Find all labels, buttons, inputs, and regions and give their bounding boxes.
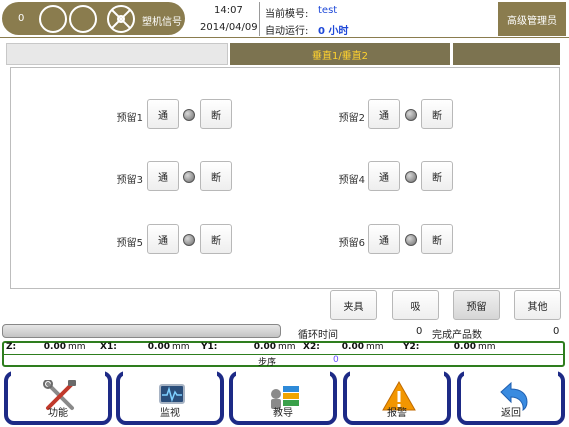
reserve-4-on-button[interactable]: 通	[368, 161, 400, 191]
reserve-1-off-button[interactable]: 断	[200, 99, 232, 129]
tab-vertical[interactable]: 垂直1/垂直2	[230, 43, 450, 65]
auto-run-value: 0 小时	[318, 26, 349, 37]
axis-panel-divider	[4, 354, 563, 355]
cycle-time-label: 循环时间	[298, 330, 338, 341]
header-underline	[0, 37, 569, 38]
mold-number-label: 当前模号:	[265, 9, 309, 20]
clock-time: 14:07	[214, 5, 243, 16]
reserve-6-indicator	[405, 234, 417, 246]
nav-teach-label: 教导	[273, 408, 293, 419]
reserve-1-indicator	[183, 109, 195, 121]
nav-alarm-top-gap	[350, 371, 444, 380]
axis-y1-label: Y1:	[201, 342, 218, 352]
nav-monitor-label: 监视	[160, 408, 180, 419]
reserve-4-off-button[interactable]: 断	[421, 161, 453, 191]
mold-number-value: test	[318, 5, 338, 16]
reserve-2-indicator	[405, 109, 417, 121]
axis-x2-unit: mm	[366, 342, 384, 352]
reserve-3-label: 预留3	[116, 175, 143, 186]
nav-back-label: 返回	[501, 408, 521, 419]
indicator-light-1	[39, 5, 67, 33]
reserve-4-label: 预留4	[338, 175, 365, 186]
page-button-other[interactable]: 其他	[514, 290, 561, 320]
reserve-2-on-button[interactable]: 通	[368, 99, 400, 129]
indicator-light-2	[69, 5, 97, 33]
reserve-3-indicator	[183, 171, 195, 183]
axis-z-label: Z:	[6, 342, 17, 352]
header-bar: 0 塑机信号 14:07 2014/04/09 当前模号: test 自动运行:…	[0, 0, 569, 38]
axis-y2-value: 0.00	[453, 342, 476, 352]
reserve-5-label: 预留5	[116, 238, 143, 249]
reserve-2-off-button[interactable]: 断	[421, 99, 453, 129]
machine-signal-label: 塑机信号	[142, 17, 182, 28]
axis-x1-value: 0.00	[147, 342, 170, 352]
axis-x2-label: X2:	[303, 342, 320, 352]
finished-count-label: 完成产品数	[432, 330, 482, 341]
reserve-5-indicator	[183, 234, 195, 246]
axis-x1-label: X1:	[100, 342, 117, 352]
clock-date: 2014/04/09	[200, 22, 258, 33]
axis-z-value: 0.00	[43, 342, 66, 352]
cycle-progress-bar	[2, 324, 281, 338]
reserve-1-label: 预留1	[116, 113, 143, 124]
axis-x2-value: 0.00	[341, 342, 364, 352]
step-label: 步序	[258, 358, 277, 368]
step-value: 0	[333, 355, 339, 365]
axis-y1-unit: mm	[278, 342, 296, 352]
axis-x1-unit: mm	[172, 342, 190, 352]
nav-alarm-label: 报警	[387, 408, 407, 419]
page-button-reserve[interactable]: 预留	[453, 290, 500, 320]
axis-z-unit: mm	[68, 342, 86, 352]
reserve-6-label: 预留6	[338, 238, 365, 249]
admin-button[interactable]: 高级管理员	[498, 2, 566, 36]
reserve-6-on-button[interactable]: 通	[368, 224, 400, 254]
status-indicator-strip: 0 塑机信号	[2, 2, 185, 35]
axis-y2-label: Y2:	[403, 342, 420, 352]
reserve-5-on-button[interactable]: 通	[147, 224, 179, 254]
reserve-3-on-button[interactable]: 通	[147, 161, 179, 191]
fan-icon	[107, 5, 135, 33]
nav-function-label: 功能	[48, 408, 68, 419]
nav-teach-top-gap	[236, 371, 330, 380]
nav-back-top-gap	[464, 371, 558, 380]
reserve-6-off-button[interactable]: 断	[421, 224, 453, 254]
reserve-5-off-button[interactable]: 断	[200, 224, 232, 254]
axis-y1-value: 0.00	[253, 342, 276, 352]
reserve-2-label: 预留2	[338, 113, 365, 124]
header-divider	[259, 2, 260, 36]
nav-function-top-gap	[11, 371, 105, 380]
reserve-1-on-button[interactable]: 通	[147, 99, 179, 129]
auto-run-label: 自动运行:	[265, 26, 309, 37]
finished-count-value: 0	[553, 326, 560, 337]
reserve-io-panel	[10, 67, 560, 289]
tab-blank-left[interactable]	[6, 43, 228, 65]
tab-blank-right[interactable]	[453, 43, 560, 65]
page-button-suction[interactable]: 吸	[392, 290, 439, 320]
count-display: 0	[18, 13, 25, 24]
cycle-time-value: 0	[416, 326, 423, 337]
reserve-3-off-button[interactable]: 断	[200, 161, 232, 191]
page-button-fixture[interactable]: 夹具	[330, 290, 377, 320]
reserve-4-indicator	[405, 171, 417, 183]
nav-monitor-top-gap	[123, 371, 217, 380]
axis-y2-unit: mm	[478, 342, 496, 352]
